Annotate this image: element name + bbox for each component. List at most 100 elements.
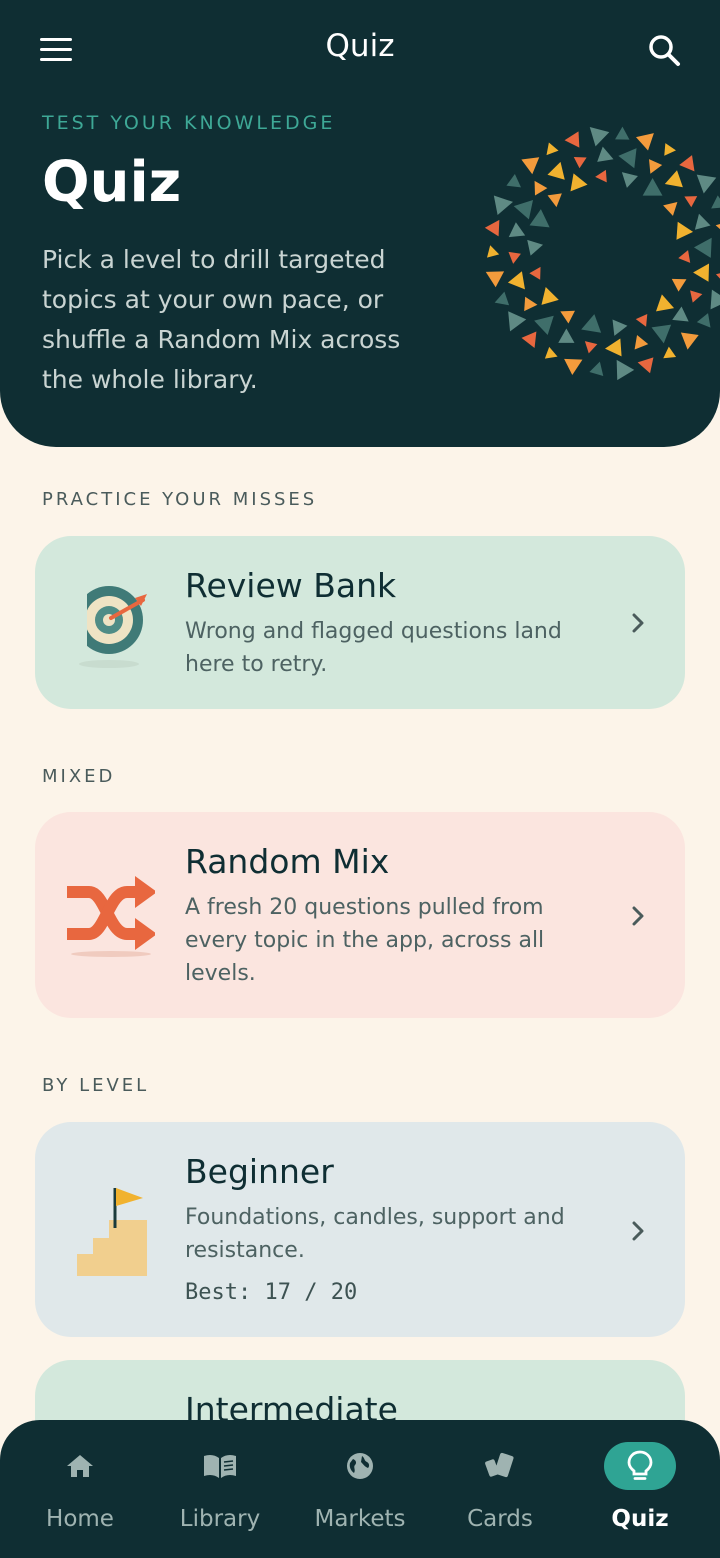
confetti-triangle	[524, 296, 538, 312]
confetti-triangle	[484, 219, 500, 237]
nav-label-library: Library	[179, 1506, 261, 1532]
nav-item-library[interactable]: Library	[150, 1420, 290, 1558]
confetti-triangle	[513, 200, 534, 220]
nav-label-cards: Cards	[467, 1506, 533, 1532]
confetti-triangle	[634, 335, 649, 350]
confetti-triangle	[541, 286, 559, 305]
confetti-ring-illustration	[484, 126, 720, 381]
confetti-triangle	[642, 178, 663, 196]
confetti-triangle	[485, 271, 505, 288]
nav-icon-container	[604, 1442, 676, 1490]
confetti-triangle	[715, 220, 720, 238]
confetti-triangle	[547, 193, 562, 208]
search-button[interactable]	[640, 26, 688, 74]
confetti-triangle	[663, 201, 678, 216]
chevron-right-icon	[632, 1221, 644, 1241]
confetti-triangle	[637, 357, 654, 374]
confetti-triangle	[690, 290, 703, 303]
review-bank-title: Review Bank	[185, 566, 397, 605]
confetti-triangle	[694, 213, 711, 230]
confetti-triangle	[693, 237, 712, 258]
confetti-triangle	[635, 133, 654, 151]
nav-icon-container	[184, 1442, 256, 1490]
random-mix-description: A fresh 20 questions pulled from every t…	[185, 895, 545, 986]
review-bank-card[interactable]: Review Bank Wrong and flagged questions …	[35, 536, 685, 709]
beginner-title: Beginner	[185, 1152, 334, 1191]
confetti-triangle	[529, 266, 541, 280]
confetti-triangle	[679, 155, 695, 172]
bottom-navigation: Home Library Markets Cards Quiz	[0, 1420, 720, 1558]
confetti-triangle	[671, 278, 687, 292]
review-bank-description: Wrong and flagged questions land here to…	[185, 619, 562, 677]
confetti-triangle	[521, 157, 540, 175]
top-app-bar: Quiz	[0, 0, 720, 98]
confetti-triangle	[618, 148, 637, 169]
confetti-triangle	[589, 127, 610, 147]
confetti-triangle	[696, 313, 711, 328]
nav-label-quiz: Quiz	[611, 1506, 669, 1532]
confetti-triangle	[581, 314, 602, 333]
shuffle-icon	[67, 876, 155, 957]
target-icon	[75, 586, 147, 668]
beginner-level-card[interactable]: Beginner Foundations, candles, support a…	[35, 1122, 685, 1337]
hero-kicker: TEST YOUR KNOWLEDGE	[42, 112, 336, 134]
confetti-triangle	[564, 131, 580, 148]
confetti-triangle	[508, 311, 527, 332]
confetti-triangle	[508, 251, 521, 264]
nav-item-cards[interactable]: Cards	[430, 1420, 570, 1558]
confetti-triangle	[506, 173, 522, 188]
confetti-triangle	[487, 245, 500, 258]
confetti-triangle	[589, 361, 604, 376]
nav-label-home: Home	[46, 1506, 114, 1532]
nav-icon-container	[464, 1442, 536, 1490]
confetti-triangle	[558, 328, 575, 343]
cards-icon	[485, 1452, 514, 1478]
nav-icon-container	[44, 1442, 116, 1490]
confetti-triangle	[612, 319, 628, 336]
section-label-by-level: BY LEVEL	[42, 1075, 150, 1096]
confetti-triangle	[595, 169, 607, 183]
chevron-right-icon	[632, 906, 644, 926]
hero-header: Quiz TEST YOUR KNOWLEDGE Quiz Pick a lev…	[0, 0, 720, 447]
confetti-triangle	[672, 306, 689, 322]
random-mix-title: Random Mix	[185, 842, 390, 881]
confetti-triangle	[544, 346, 558, 359]
search-icon	[649, 35, 680, 66]
confetti-triangle	[656, 294, 675, 312]
nav-item-home[interactable]: Home	[10, 1420, 150, 1558]
confetti-triangle	[521, 331, 537, 348]
confetti-triangle	[680, 332, 699, 350]
nav-item-markets[interactable]: Markets	[290, 1420, 430, 1558]
app-bar-title: Quiz	[325, 28, 395, 64]
confetti-triangle	[649, 159, 663, 174]
confetti-triangle	[663, 346, 677, 359]
confetti-triangle	[615, 126, 630, 140]
confetti-triangle	[508, 222, 526, 238]
confetti-triangle	[564, 358, 583, 375]
confetti-triangle	[711, 195, 720, 209]
home-icon	[67, 1455, 93, 1477]
confetti-triangle	[616, 359, 635, 381]
confetti-triangle	[676, 221, 694, 240]
confetti-triangle	[493, 195, 513, 215]
nav-icon-container	[324, 1442, 396, 1490]
confetti-triangle	[693, 263, 710, 282]
confetti-triangle	[664, 143, 676, 156]
random-mix-card[interactable]: Random Mix A fresh 20 questions pulled f…	[35, 812, 685, 1018]
confetti-triangle	[710, 289, 720, 310]
confetti-triangle	[621, 172, 638, 188]
nav-item-quiz[interactable]: Quiz	[570, 1420, 710, 1558]
confetti-triangle	[507, 271, 525, 290]
section-label-mixed: MIXED	[42, 766, 116, 787]
confetti-triangle	[570, 173, 588, 192]
section-label-misses: PRACTICE YOUR MISSES	[42, 489, 318, 510]
page-title: Quiz	[42, 150, 182, 215]
confetti-triangle	[560, 310, 575, 324]
book-icon	[204, 1454, 236, 1478]
confetti-triangle	[534, 315, 554, 336]
chevron-right-icon	[632, 613, 644, 633]
nav-label-markets: Markets	[314, 1506, 406, 1532]
confetti-triangle	[597, 146, 614, 162]
confetti-triangle	[635, 313, 648, 327]
hero-description: Pick a level to drill targeted topics at…	[42, 245, 401, 394]
